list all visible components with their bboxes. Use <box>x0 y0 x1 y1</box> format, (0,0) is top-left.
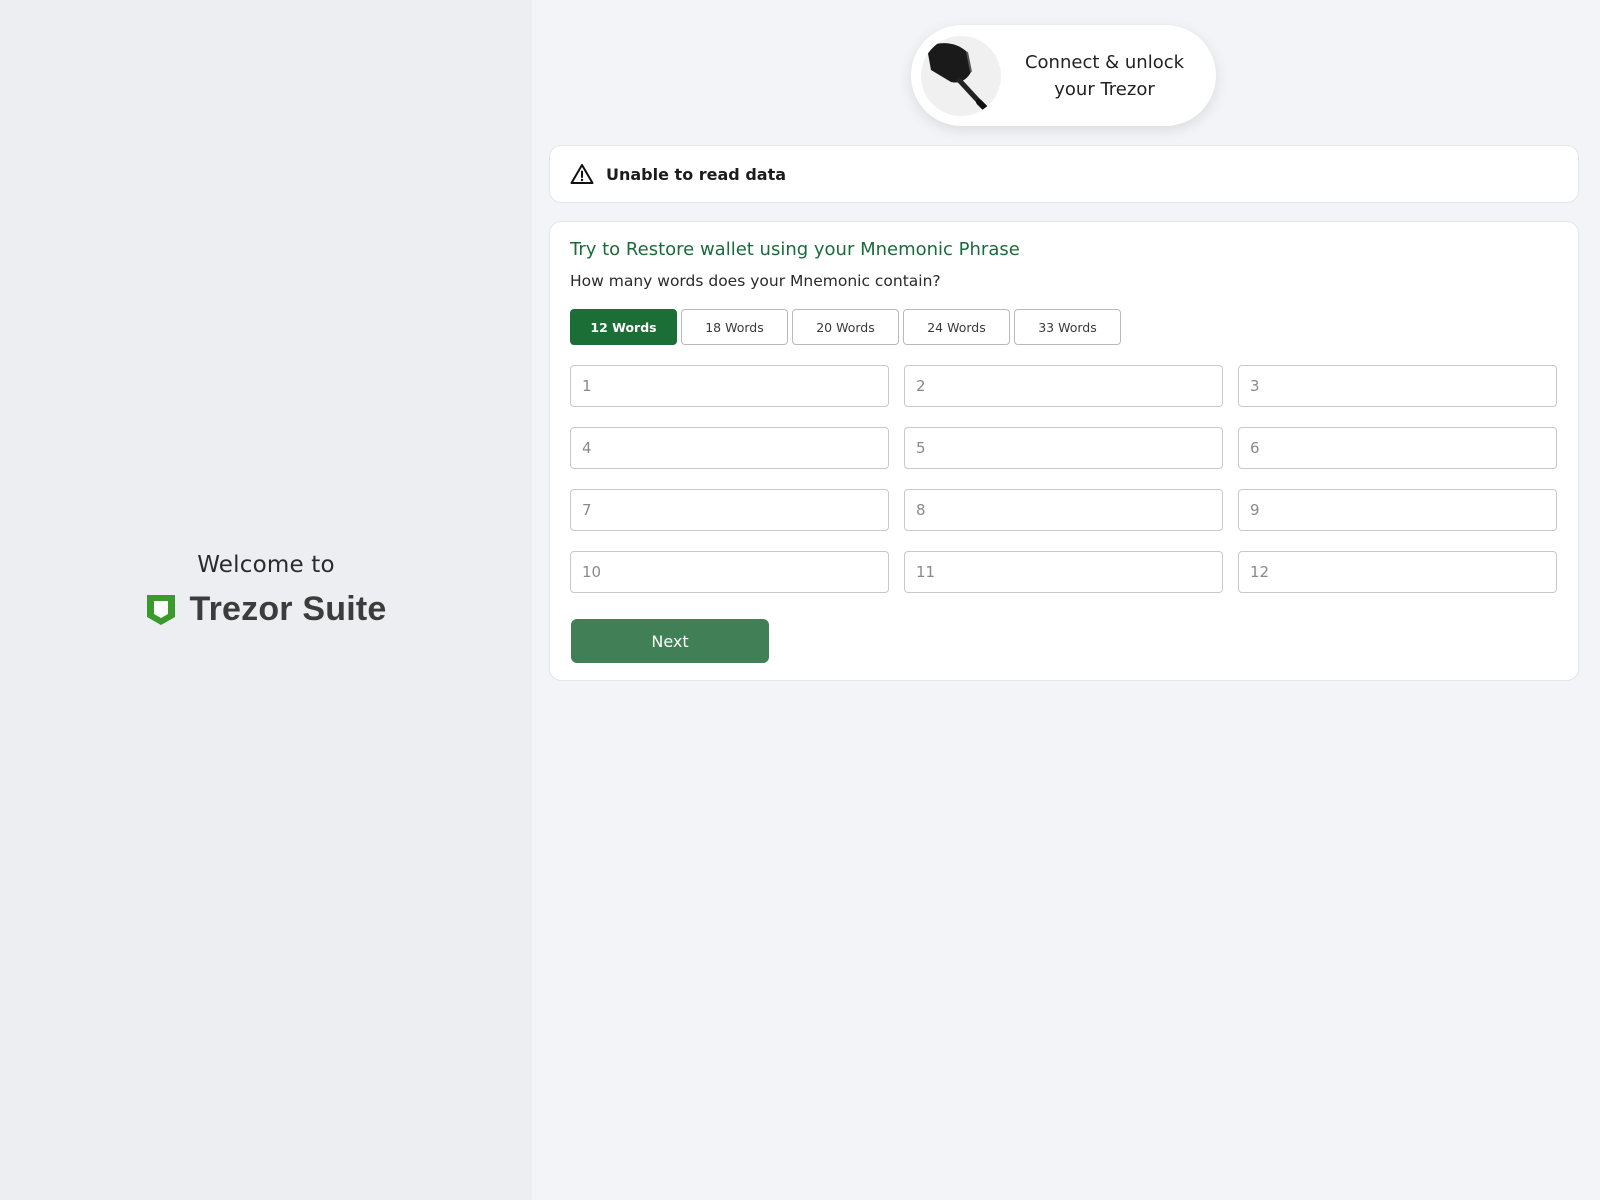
trezor-device-icon <box>921 35 1001 116</box>
main-area: Connect & unlock your Trezor Unable to r… <box>532 0 1600 1200</box>
word-field-1[interactable] <box>570 365 889 407</box>
word-count-tabs: 12 Words 18 Words 20 Words 24 Words 33 W… <box>570 309 1121 345</box>
restore-card: Try to Restore wallet using your Mnemoni… <box>549 221 1579 681</box>
word-field-4[interactable] <box>570 427 889 469</box>
tab-24-words[interactable]: 24 Words <box>903 309 1010 345</box>
welcome-block: Welcome to Trezor Suite <box>0 552 532 629</box>
tab-20-words[interactable]: 20 Words <box>792 309 899 345</box>
tab-18-words[interactable]: 18 Words <box>681 309 788 345</box>
word-field-6[interactable] <box>1238 427 1557 469</box>
tab-12-words[interactable]: 12 Words <box>570 309 677 345</box>
word-field-5[interactable] <box>904 427 1223 469</box>
word-field-12[interactable] <box>1238 551 1557 593</box>
alert-card: Unable to read data <box>549 145 1579 203</box>
word-field-3[interactable] <box>1238 365 1557 407</box>
tab-33-words[interactable]: 33 Words <box>1014 309 1121 345</box>
restore-question: How many words does your Mnemonic contai… <box>570 272 941 290</box>
trezor-shield-icon <box>147 594 176 625</box>
next-button[interactable]: Next <box>571 619 769 663</box>
alert-text: Unable to read data <box>606 164 787 184</box>
word-field-2[interactable] <box>904 365 1223 407</box>
warning-triangle-icon <box>570 164 594 184</box>
brand-logo: Trezor Suite <box>0 590 532 629</box>
connect-line-1: Connect & unlock <box>1024 51 1185 73</box>
word-field-9[interactable] <box>1238 489 1557 531</box>
word-field-11[interactable] <box>904 551 1223 593</box>
word-field-10[interactable] <box>570 551 889 593</box>
welcome-text: Welcome to <box>197 552 335 578</box>
word-field-8[interactable] <box>904 489 1223 531</box>
restore-title: Try to Restore wallet using your Mnemoni… <box>570 239 1020 260</box>
connect-device-text: Connect & unlock your Trezor <box>1001 49 1216 103</box>
connect-device-pill: Connect & unlock your Trezor <box>911 25 1216 126</box>
brand-name: Trezor Suite <box>189 590 387 628</box>
connect-line-2: your Trezor <box>1054 78 1155 100</box>
word-field-7[interactable] <box>570 489 889 531</box>
mnemonic-word-grid <box>570 365 1557 593</box>
left-panel: Welcome to Trezor Suite <box>0 0 532 1200</box>
